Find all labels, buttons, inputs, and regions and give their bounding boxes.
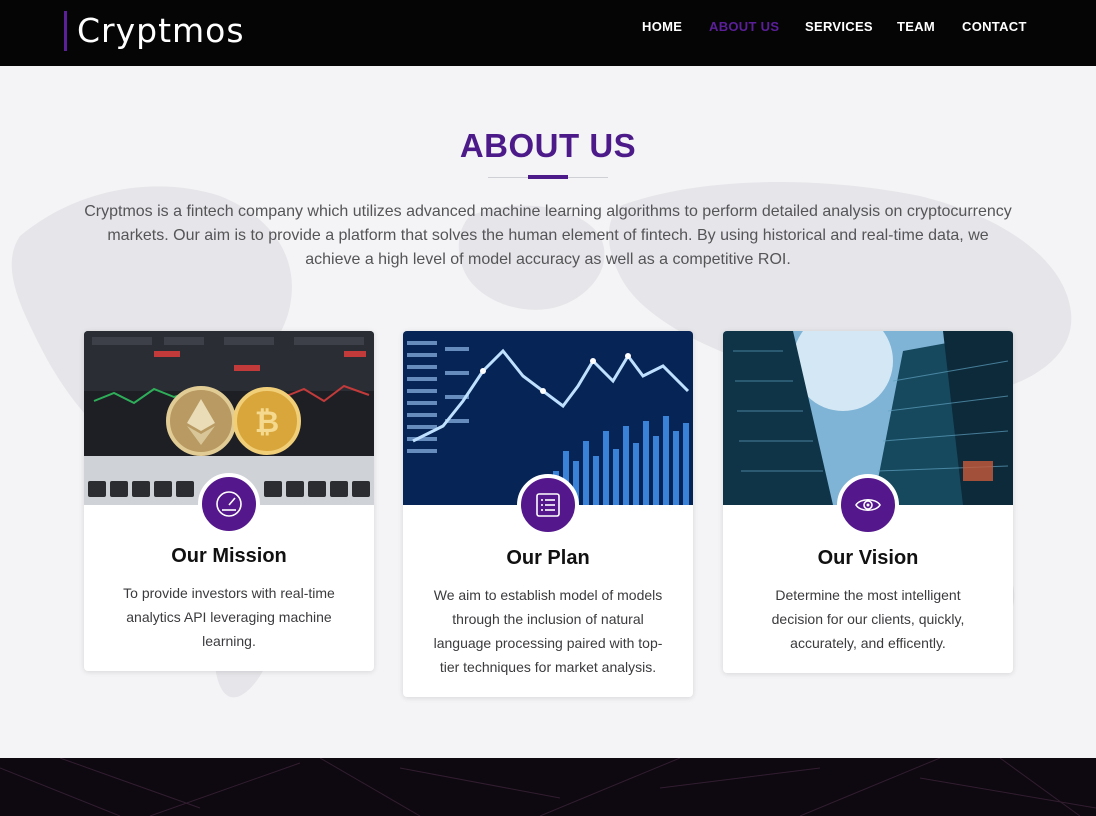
section-title: ABOUT US — [459, 127, 637, 164]
site-header: Cryptmos HOME ABOUT US SERVICES TEAM CON… — [0, 0, 1096, 66]
list-icon — [517, 474, 579, 536]
card-vision: Our Vision Determine the most intelligen… — [723, 331, 1013, 673]
card-title: Our Vision — [817, 547, 919, 569]
intro-paragraph: Cryptmos is a fintech company which util… — [84, 203, 1012, 268]
speedometer-icon — [198, 473, 260, 535]
title-divider-accent — [528, 175, 568, 179]
nav-contact[interactable]: CONTACT — [962, 18, 1027, 36]
svg-text:₿: ₿ — [255, 405, 279, 440]
card-plan: Our Plan We aim to establish model of mo… — [403, 331, 693, 697]
nav-team[interactable]: TEAM — [897, 18, 935, 36]
main-nav: HOME ABOUT US SERVICES TEAM CONTACT — [0, 18, 1096, 38]
nav-home[interactable]: HOME — [642, 18, 682, 36]
eye-icon — [837, 474, 899, 536]
footer-section — [0, 758, 1096, 816]
nav-services[interactable]: SERVICES — [805, 18, 873, 36]
about-section: ABOUT US Cryptmos is a fintech company w… — [0, 66, 1096, 758]
card-text: Determine the most intelligent decision … — [771, 587, 965, 651]
network-pattern — [0, 758, 1096, 816]
card-mission: ₿ Our Mission To provide investors with … — [84, 331, 374, 671]
card-text: To provide investors with real-time anal… — [123, 585, 335, 649]
nav-about-us[interactable]: ABOUT US — [709, 18, 779, 36]
card-title: Our Plan — [506, 547, 590, 569]
card-title: Our Mission — [171, 545, 287, 567]
card-text: We aim to establish model of models thro… — [433, 587, 663, 675]
